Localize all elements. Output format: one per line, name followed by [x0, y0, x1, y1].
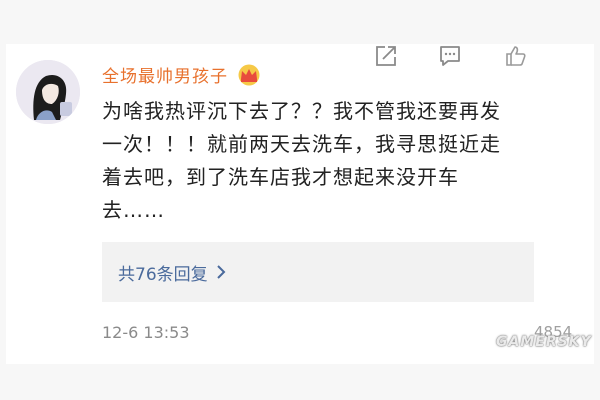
comment-text: 为啥我热评沉下去了？？我不管我还要再发 一次！！！就前两天去洗车，我寻思挺近走 … — [102, 95, 572, 227]
timestamp: 12-6 13:53 — [102, 323, 190, 342]
thumbs-up-icon[interactable] — [504, 44, 528, 68]
share-icon[interactable] — [374, 44, 398, 68]
comment-line: 去…… — [102, 198, 165, 222]
comment-line: 着去吧，到了洗车店我才想起来没开车 — [102, 165, 459, 189]
page: 全场最帅男孩子 为啥我热评沉下去了？？我不管我还要再发 一次！！！就前两天去洗车… — [0, 0, 600, 400]
replies-label: 共76条回复 — [118, 264, 208, 285]
comment-card: 全场最帅男孩子 为啥我热评沉下去了？？我不管我还要再发 一次！！！就前两天去洗车… — [6, 44, 594, 364]
username-row: 全场最帅男孩子 — [102, 62, 262, 87]
view-replies-button[interactable]: 共76条回复 — [102, 242, 534, 302]
crown-icon — [238, 64, 260, 85]
username[interactable]: 全场最帅男孩子 — [102, 62, 228, 87]
avatar[interactable] — [16, 60, 80, 124]
comment-line: 一次！！！就前两天去洗车，我寻思挺近走 — [102, 132, 501, 156]
site-watermark: GAMERSKY — [496, 334, 592, 350]
chevron-right-icon — [216, 265, 226, 279]
comment-line: 为啥我热评沉下去了？？我不管我还要再发 — [102, 99, 501, 123]
comment-icon[interactable] — [438, 44, 462, 68]
avatar-illustration — [16, 60, 80, 124]
